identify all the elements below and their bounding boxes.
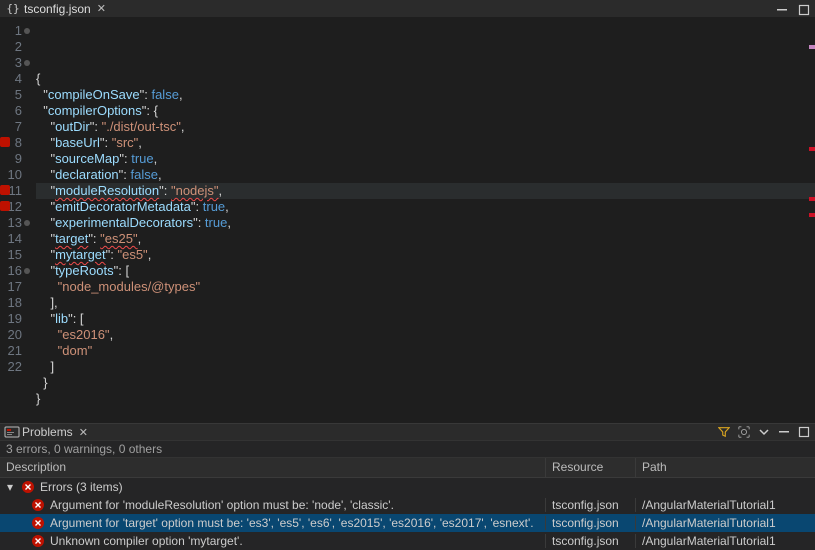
error-icon xyxy=(32,517,44,529)
line-number: 3 xyxy=(0,55,28,71)
problems-tab-bar: Problems ✕ xyxy=(0,423,815,440)
problem-path: /AngularMaterialTutorial1 xyxy=(635,498,815,512)
line-number: 9 xyxy=(0,151,28,167)
line-number: 1 xyxy=(0,23,28,39)
errors-group-label: Errors (3 items) xyxy=(40,480,123,494)
errors-group-row[interactable]: ▾ Errors (3 items) xyxy=(0,478,815,496)
code-line[interactable]: "emitDecoratorMetadata": true, xyxy=(36,199,815,215)
problem-path: /AngularMaterialTutorial1 xyxy=(635,534,815,548)
minimize-icon[interactable] xyxy=(775,3,789,17)
problems-view-icon xyxy=(4,424,20,440)
col-description[interactable]: Description xyxy=(0,458,545,477)
problem-path: /AngularMaterialTutorial1 xyxy=(635,516,815,530)
code-line[interactable] xyxy=(36,407,815,423)
problem-resource: tsconfig.json xyxy=(545,498,635,512)
problems-header-row: Description Resource Path xyxy=(0,458,815,478)
code-line[interactable]: } xyxy=(36,375,815,391)
problem-row[interactable]: Unknown compiler option 'mytarget'. tscon… xyxy=(0,532,815,550)
line-number: 15 xyxy=(0,247,28,263)
problems-summary: 3 errors, 0 warnings, 0 others xyxy=(0,440,815,457)
line-number: 7 xyxy=(0,119,28,135)
filter-icon[interactable] xyxy=(717,425,731,439)
code-line[interactable]: "dom" xyxy=(36,343,815,359)
editor-tab-label[interactable]: tsconfig.json xyxy=(24,2,91,16)
code-line[interactable]: "target": "es25", xyxy=(36,231,815,247)
problem-row[interactable]: Argument for 'target' option must be: 'e… xyxy=(0,514,815,532)
code-line[interactable]: "sourceMap": true, xyxy=(36,151,815,167)
code-content[interactable]: { "compileOnSave": false, "compilerOptio… xyxy=(30,17,815,423)
line-number: 14 xyxy=(0,231,28,247)
code-line[interactable]: "baseUrl": "src", xyxy=(36,135,815,151)
code-line[interactable]: ], xyxy=(36,295,815,311)
problems-tab-label[interactable]: Problems xyxy=(22,425,73,439)
line-number: 6 xyxy=(0,103,28,119)
problem-resource: tsconfig.json xyxy=(545,516,635,530)
line-number: 13 xyxy=(0,215,28,231)
code-line[interactable]: "typeRoots": [ xyxy=(36,263,815,279)
problem-description: Unknown compiler option 'mytarget'. xyxy=(50,534,243,548)
overview-mark[interactable] xyxy=(809,45,815,49)
error-icon xyxy=(32,535,44,547)
line-number: 19 xyxy=(0,311,28,327)
code-line[interactable]: "experimentalDecorators": true, xyxy=(36,215,815,231)
line-number: 4 xyxy=(0,71,28,87)
code-line[interactable]: ] xyxy=(36,359,815,375)
code-line[interactable]: "compileOnSave": false, xyxy=(36,87,815,103)
code-line[interactable]: "lib": [ xyxy=(36,311,815,327)
code-line[interactable]: "compilerOptions": { xyxy=(36,103,815,119)
maximize-icon[interactable] xyxy=(797,425,811,439)
line-number: 12 xyxy=(0,199,28,215)
line-number: 20 xyxy=(0,327,28,343)
code-line[interactable]: "outDir": "./dist/out-tsc", xyxy=(36,119,815,135)
expand-twisty-icon[interactable]: ▾ xyxy=(4,480,16,494)
code-line[interactable]: "es2016", xyxy=(36,327,815,343)
error-icon xyxy=(22,481,34,493)
line-number: 8 xyxy=(0,135,28,151)
json-file-icon: {} xyxy=(6,2,20,16)
close-icon[interactable]: ✕ xyxy=(97,2,106,15)
problem-description: Argument for 'moduleResolution' option m… xyxy=(50,498,394,512)
error-icon xyxy=(32,499,44,511)
col-resource[interactable]: Resource xyxy=(545,458,635,477)
maximize-icon[interactable] xyxy=(797,3,811,17)
focus-icon[interactable] xyxy=(737,425,751,439)
close-icon[interactable]: ✕ xyxy=(79,426,88,439)
line-number: 10 xyxy=(0,167,28,183)
code-line[interactable]: { xyxy=(36,71,815,87)
line-number-gutter: 12345678910111213141516171819202122 xyxy=(0,17,30,423)
overview-mark[interactable] xyxy=(809,197,815,201)
code-line[interactable]: } xyxy=(36,391,815,407)
code-line[interactable]: "declaration": false, xyxy=(36,167,815,183)
overview-ruler[interactable] xyxy=(807,17,815,423)
line-number: 22 xyxy=(0,359,28,375)
chevron-down-icon[interactable] xyxy=(757,425,771,439)
code-line[interactable]: "node_modules/@types" xyxy=(36,279,815,295)
line-number: 16 xyxy=(0,263,28,279)
problems-table: Description Resource Path ▾ Errors (3 it… xyxy=(0,457,815,550)
line-number: 5 xyxy=(0,87,28,103)
editor-tab-bar: {} tsconfig.json ✕ xyxy=(0,0,815,17)
line-number: 2 xyxy=(0,39,28,55)
problem-row[interactable]: Argument for 'moduleResolution' option m… xyxy=(0,496,815,514)
overview-mark[interactable] xyxy=(809,147,815,151)
code-line[interactable]: "mytarget": "es5", xyxy=(36,247,815,263)
code-editor[interactable]: 12345678910111213141516171819202122 { "c… xyxy=(0,17,815,423)
line-number: 11 xyxy=(0,183,28,199)
col-path[interactable]: Path xyxy=(635,458,815,477)
code-line[interactable]: "moduleResolution": "nodejs", xyxy=(36,183,815,199)
minimize-icon[interactable] xyxy=(777,425,791,439)
problem-description: Argument for 'target' option must be: 'e… xyxy=(50,516,534,530)
problem-resource: tsconfig.json xyxy=(545,534,635,548)
line-number: 17 xyxy=(0,279,28,295)
line-number: 21 xyxy=(0,343,28,359)
line-number: 18 xyxy=(0,295,28,311)
overview-mark[interactable] xyxy=(809,213,815,217)
